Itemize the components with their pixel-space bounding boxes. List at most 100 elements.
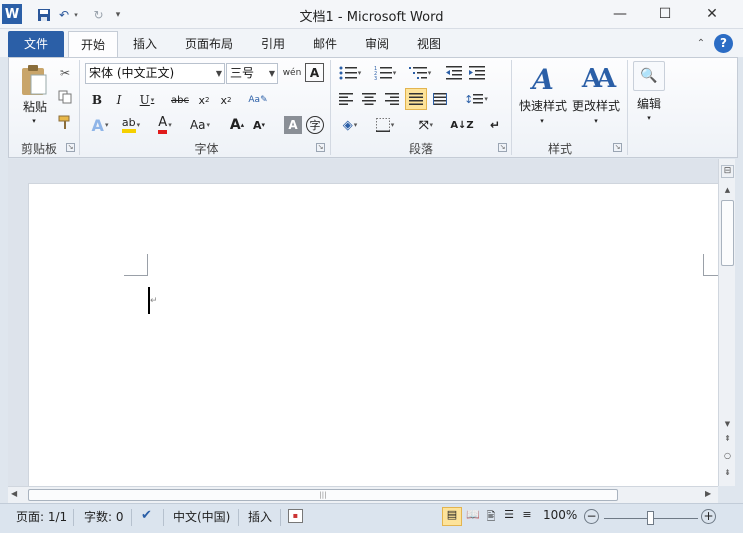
align-right-icon[interactable] (382, 90, 402, 108)
numbering-icon[interactable]: 1 2 3 ▾ (370, 64, 400, 82)
crop-mark-left (124, 254, 148, 276)
document-page[interactable] (28, 183, 718, 486)
align-left-icon[interactable] (336, 90, 356, 108)
change-styles-button[interactable]: 更改样式 (567, 97, 625, 113)
insert-mode-indicator[interactable]: 插入 (248, 508, 272, 525)
paste-dropdown-icon[interactable]: ▾ (27, 116, 41, 126)
change-styles-icon[interactable]: AA (574, 61, 618, 97)
borders-icon[interactable]: ▾ (370, 115, 400, 135)
sort-icon[interactable]: A↓Z (450, 115, 473, 135)
language-indicator[interactable]: 中文(中国) (173, 508, 230, 525)
bullets-icon[interactable]: ▾ (335, 64, 365, 82)
grow-font-icon[interactable]: A ▴ (227, 114, 247, 136)
tab-insert[interactable]: 插入 (124, 31, 166, 57)
tab-page-layout[interactable]: 页面布局 (176, 31, 242, 57)
subscript-icon[interactable]: x2 (195, 91, 213, 109)
character-shading-icon[interactable]: A (284, 116, 302, 134)
ruler-toggle-icon[interactable]: ⊟ (721, 165, 734, 178)
tab-view[interactable]: 视图 (408, 31, 450, 57)
line-spacing-icon[interactable]: ↕ ▾ (461, 90, 491, 108)
cut-icon[interactable]: ✂ (56, 64, 74, 82)
vertical-scrollbar[interactable]: ⊟ ▲ ▼ ⇞ ○ ⇟ (718, 159, 735, 486)
font-name-combo[interactable]: 宋体 (中文正文) ▼ (85, 63, 225, 84)
zoom-in-button[interactable]: + (701, 509, 716, 524)
print-layout-view-icon[interactable]: ▤ (442, 507, 462, 526)
font-size-dropdown-icon[interactable]: ▼ (269, 64, 275, 83)
justify-icon[interactable] (405, 88, 427, 110)
tab-mailings[interactable]: 邮件 (304, 31, 346, 57)
chinese-layout-icon[interactable]: ⤧ ▾ (411, 115, 441, 135)
copy-icon[interactable] (56, 88, 74, 106)
scroll-left-icon[interactable]: ◀ (11, 489, 17, 498)
phonetic-guide-icon[interactable]: wén (282, 63, 302, 83)
editing-dropdown-icon[interactable]: ▾ (642, 113, 656, 123)
paste-button[interactable]: 粘贴 (15, 98, 55, 114)
horizontal-scroll-thumb[interactable]: ||| (28, 489, 618, 501)
zoom-level[interactable]: 100% (543, 508, 577, 522)
clipboard-launcher-icon[interactable]: ↘ (66, 143, 75, 152)
highlight-color-icon[interactable]: ab ▾ (117, 114, 145, 136)
outline-view-icon[interactable]: ☰ (501, 508, 517, 521)
text-effects-icon[interactable]: A ▾ (87, 114, 113, 136)
clear-formatting-icon[interactable]: Aa✎ (247, 91, 269, 109)
select-browse-object-icon[interactable]: ○ (722, 451, 733, 460)
help-icon[interactable]: ? (714, 34, 733, 53)
tab-references[interactable]: 引用 (252, 31, 294, 57)
scroll-right-icon[interactable]: ▶ (705, 489, 711, 498)
quick-styles-dropdown-icon[interactable]: ▾ (535, 116, 549, 126)
quick-styles-icon[interactable]: A (521, 61, 565, 97)
increase-indent-icon[interactable] (467, 64, 487, 82)
vertical-scroll-thumb[interactable] (721, 200, 734, 266)
ribbon-home: 粘贴 ▾ ✂ 剪贴板 ↘ 宋体 (中文正文) ▼ 三号 ▼ wén A B I … (8, 57, 738, 158)
strikethrough-icon[interactable]: abc (169, 91, 191, 109)
page-count[interactable]: 页面: 1/1 (16, 508, 67, 525)
next-page-icon[interactable]: ⇟ (722, 468, 733, 477)
styles-launcher-icon[interactable]: ↘ (613, 143, 622, 152)
enclose-characters-icon[interactable]: 字 (306, 116, 324, 134)
shading-icon[interactable]: ◈ ▾ (335, 115, 365, 135)
tab-file[interactable]: 文件 (8, 31, 64, 57)
paragraph-launcher-icon[interactable]: ↘ (498, 143, 507, 152)
show-marks-icon[interactable]: ↵ (485, 115, 505, 135)
find-icon[interactable]: 🔍 (633, 61, 665, 91)
change-case-icon[interactable]: Aa ▾ (185, 114, 215, 136)
underline-button[interactable]: U ▾ (134, 91, 160, 109)
full-screen-reading-icon[interactable]: 📖 (465, 508, 481, 521)
shrink-font-icon[interactable]: A ▾ (249, 114, 269, 136)
zoom-slider-thumb[interactable] (647, 511, 654, 525)
change-styles-dropdown-icon[interactable]: ▾ (589, 116, 603, 126)
tab-home[interactable]: 开始 (68, 31, 118, 57)
close-button[interactable]: ✕ (695, 3, 729, 25)
word-count[interactable]: 字数: 0 (84, 508, 124, 525)
editing-button[interactable]: 编辑 (629, 95, 669, 111)
previous-page-icon[interactable]: ⇞ (722, 434, 733, 443)
font-color-icon[interactable]: A ▾ (151, 114, 179, 136)
multilevel-list-icon[interactable]: ▾ (405, 64, 435, 82)
proofing-icon[interactable]: ✔ (141, 508, 152, 523)
draft-view-icon[interactable]: ≡ (519, 508, 535, 521)
quick-styles-button[interactable]: 快速样式 (515, 97, 571, 113)
font-launcher-icon[interactable]: ↘ (316, 143, 325, 152)
font-name-dropdown-icon[interactable]: ▼ (216, 64, 222, 83)
web-layout-icon[interactable]: 🖹 (483, 508, 499, 527)
paste-icon[interactable] (17, 62, 51, 98)
scroll-down-icon[interactable]: ▼ (723, 420, 732, 428)
minimize-ribbon-icon[interactable]: ⌃ (693, 31, 709, 57)
zoom-out-button[interactable]: − (584, 509, 599, 524)
macro-record-icon[interactable]: ▪ (288, 509, 303, 523)
horizontal-scrollbar[interactable]: ◀ ||| ▶ (8, 486, 718, 503)
italic-button[interactable]: I (110, 91, 128, 109)
minimize-button[interactable]: — (603, 3, 637, 25)
maximize-button[interactable]: ☐ (648, 3, 682, 25)
character-border-icon[interactable]: A (305, 63, 324, 82)
bold-button[interactable]: B (88, 91, 106, 109)
decrease-indent-icon[interactable] (444, 64, 464, 82)
format-painter-icon[interactable] (56, 113, 74, 131)
scroll-up-icon[interactable]: ▲ (723, 186, 732, 194)
distributed-icon[interactable] (430, 90, 450, 108)
align-center-icon[interactable] (359, 90, 379, 108)
tab-review[interactable]: 审阅 (356, 31, 398, 57)
font-size-combo[interactable]: 三号 ▼ (226, 63, 278, 84)
superscript-icon[interactable]: x2 (217, 91, 235, 109)
styles-group-label: 样式 (547, 142, 572, 156)
